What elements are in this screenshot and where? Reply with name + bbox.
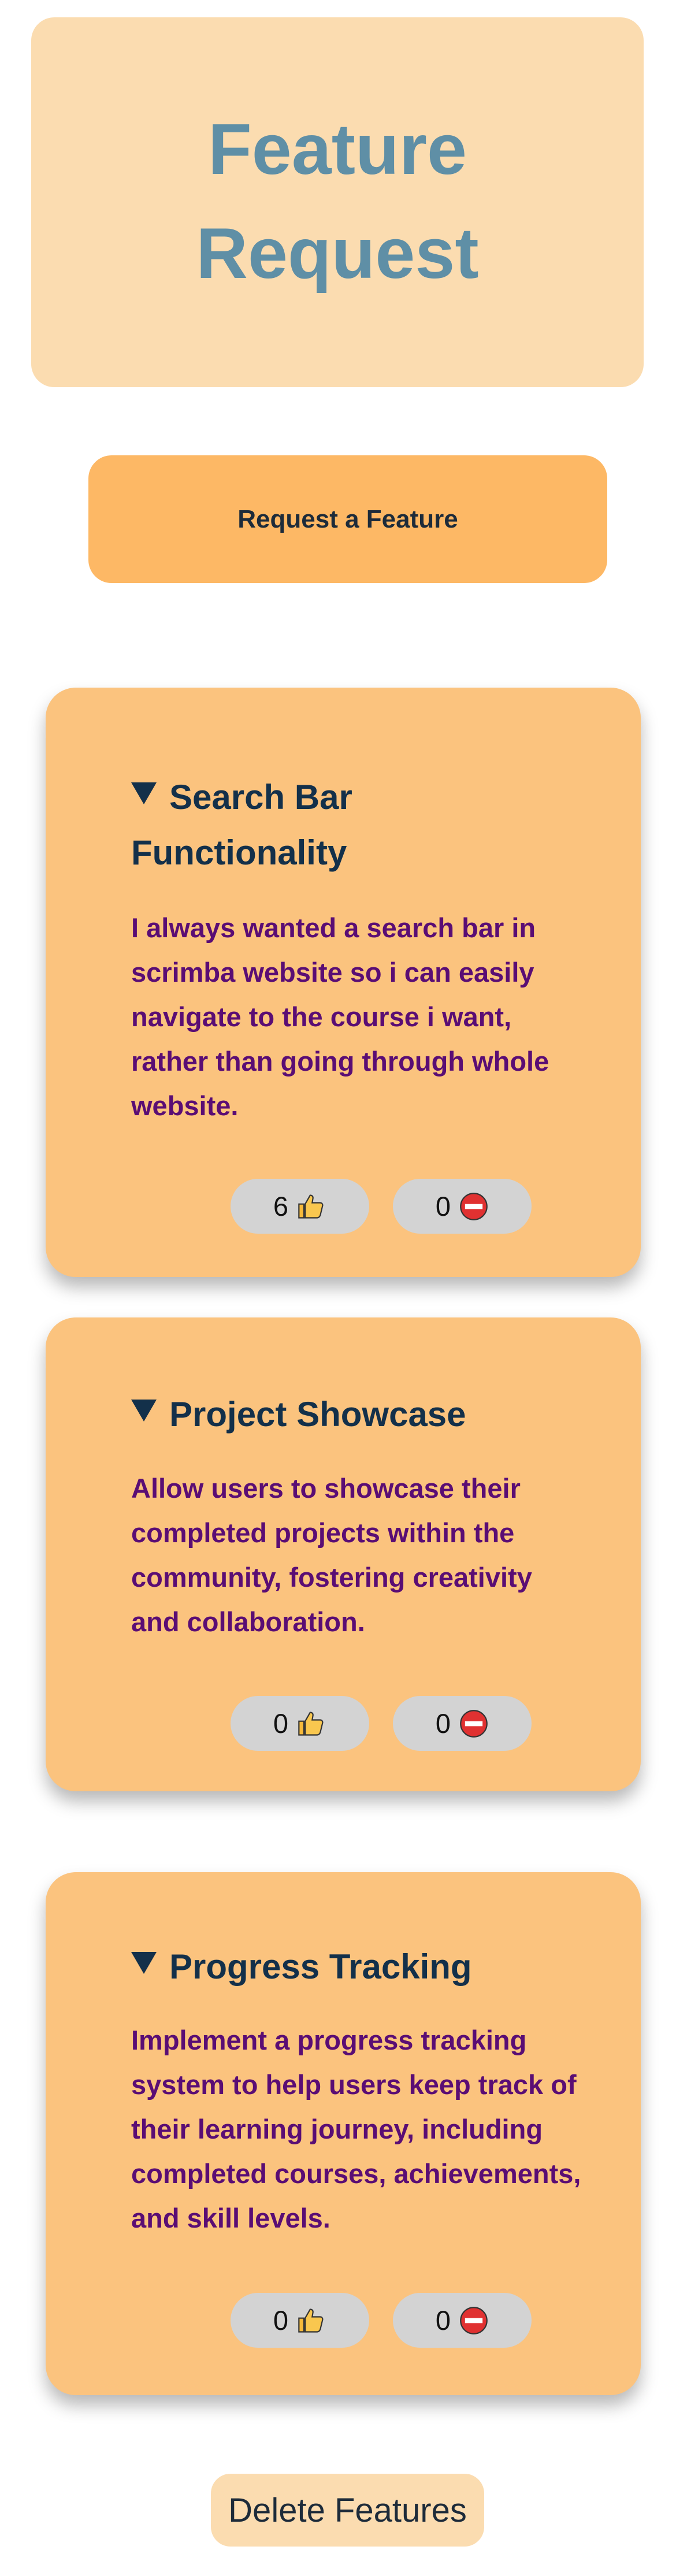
feature-description: I always wanted a search bar in scrimba … (131, 912, 549, 1121)
triangle-down-icon (131, 1952, 157, 1974)
thumbs-up-icon (296, 2306, 326, 2336)
feature-card: Project Showcase Allow users to showcase… (46, 1317, 641, 1791)
downvote-count: 0 (435, 2305, 451, 2336)
triangle-down-icon (131, 1400, 157, 1421)
no-entry-icon (459, 2306, 489, 2336)
feature-card: Search Bar Functionality I always wanted… (46, 688, 641, 1277)
downvote-count: 0 (435, 1191, 451, 1222)
downvote-count: 0 (435, 1708, 451, 1739)
feature-toggle[interactable]: Search Bar Functionality (131, 770, 570, 881)
feature-title: Project Showcase (169, 1395, 466, 1434)
no-entry-icon (459, 1709, 489, 1739)
feature-title: Progress Tracking (169, 1947, 472, 1986)
triangle-down-icon (131, 782, 157, 804)
downvote-button[interactable]: 0 (393, 1696, 532, 1751)
feature-card: Progress Tracking Implement a progress t… (46, 1872, 641, 2395)
feature-description: Allow users to showcase their completed … (131, 1473, 532, 1637)
upvote-count: 6 (273, 1191, 289, 1222)
upvote-button[interactable]: 6 (231, 1179, 369, 1234)
thumbs-up-icon (296, 1709, 326, 1739)
request-feature-button[interactable]: Request a Feature (88, 455, 607, 583)
upvote-count: 0 (273, 2305, 289, 2336)
feature-title: Search Bar Functionality (131, 778, 352, 872)
downvote-button[interactable]: 0 (393, 1179, 532, 1234)
page-title: Feature Request (196, 110, 479, 294)
upvote-button[interactable]: 0 (231, 1696, 369, 1751)
feature-description: Implement a progress tracking system to … (131, 2025, 581, 2233)
thumbs-up-icon (296, 1192, 326, 1222)
delete-features-button[interactable]: Delete Features (211, 2474, 484, 2547)
downvote-button[interactable]: 0 (393, 2293, 532, 2348)
feature-toggle[interactable]: Project Showcase (131, 1387, 570, 1442)
upvote-button[interactable]: 0 (231, 2293, 369, 2348)
no-entry-icon (459, 1192, 489, 1222)
feature-toggle[interactable]: Progress Tracking (131, 1939, 570, 1995)
header-card: Feature Request (31, 17, 644, 387)
upvote-count: 0 (273, 1708, 289, 1739)
